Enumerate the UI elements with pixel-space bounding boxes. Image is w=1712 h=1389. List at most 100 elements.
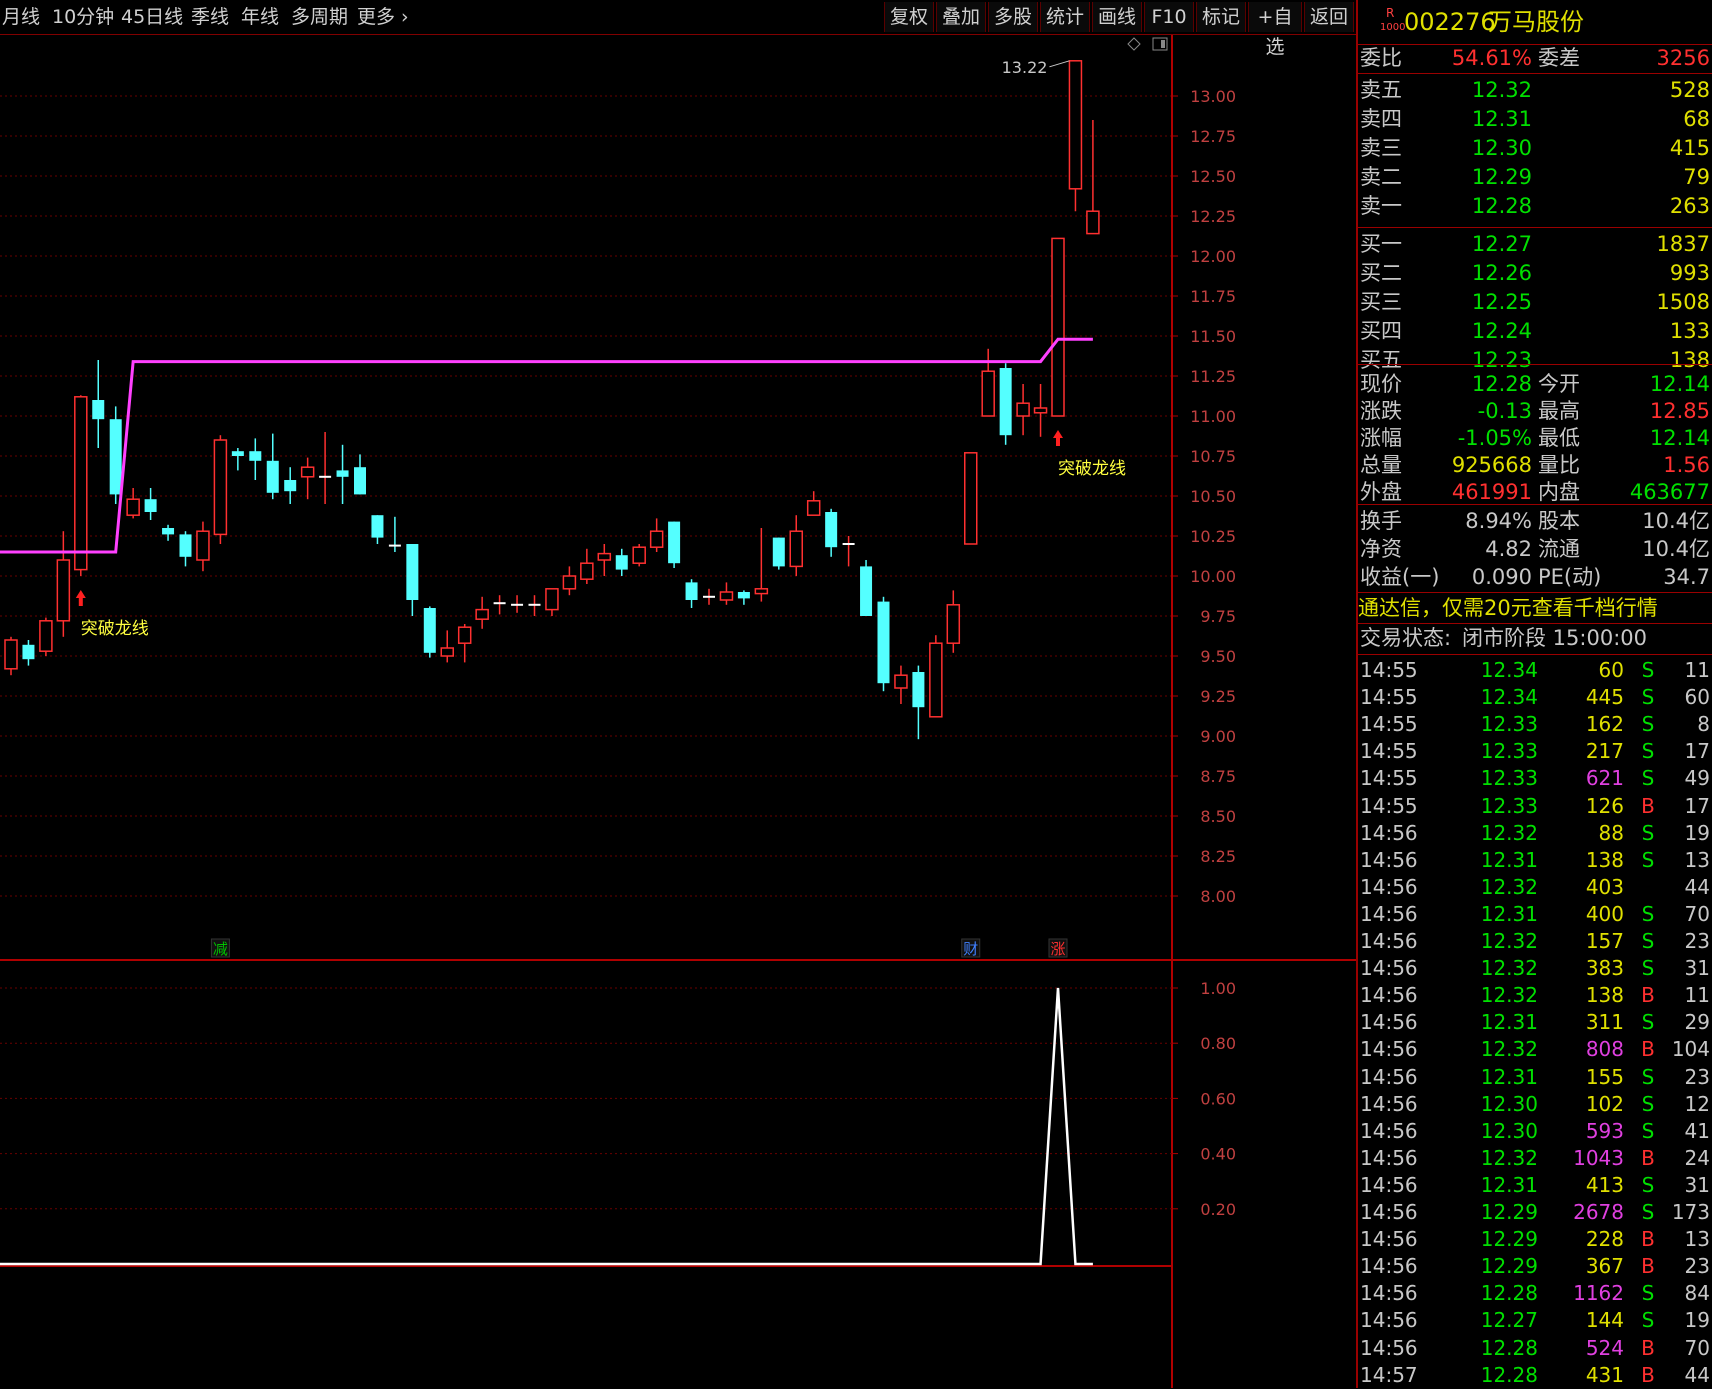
f10-button[interactable]: F10 <box>1144 2 1194 32</box>
tick-count: 23 <box>1684 1254 1710 1279</box>
sell-row: 卖二 12.29 79 <box>1358 163 1712 191</box>
sell-price: 12.31 <box>1471 107 1532 131</box>
tick-direction: S <box>1641 956 1655 981</box>
candle-body-down <box>406 544 419 600</box>
tick-row: 14:56 12.29 228 B 13 <box>1358 1226 1712 1253</box>
multi-period-button[interactable]: 多周期 <box>291 0 348 34</box>
tick-time: 14:56 <box>1360 1281 1418 1306</box>
weibi-row: 委比 54.61% 委差 3256 <box>1358 44 1712 72</box>
mark-button[interactable]: 标记 <box>1196 2 1246 32</box>
toolbar: 月线 10分钟 45日线 季线 年线 多周期 更多 › 复权 叠加 多股 统计 … <box>0 0 1356 58</box>
tick-time: 14:55 <box>1360 685 1418 710</box>
tick-row: 14:56 12.31 413 S 31 <box>1358 1172 1712 1199</box>
stock-name: 万马股份 <box>1488 8 1584 36</box>
stat-label: 外盘 <box>1360 480 1402 504</box>
indicator-tick-label: 0.80 <box>1200 1034 1236 1053</box>
event-marker-label: 涨 <box>1050 940 1065 958</box>
candle-body-up <box>126 498 140 516</box>
stat-label: 内盘 <box>1538 480 1580 504</box>
candle-body-down <box>912 672 925 708</box>
period-quarter-button[interactable]: 季线 <box>191 0 229 34</box>
tick-volume: 383 <box>1585 956 1624 981</box>
tick-direction: S <box>1641 1281 1655 1306</box>
tick-row: 14:57 12.28 431 B 44 <box>1358 1362 1712 1389</box>
candle-body-up <box>213 439 228 536</box>
candle-body-up <box>545 588 559 611</box>
candle-body-up <box>806 500 821 516</box>
draw-line-button[interactable]: 画线 <box>1092 2 1142 32</box>
buy-price: 12.24 <box>1471 319 1532 343</box>
stat-row: 涨跌 -0.13 最高 12.85 <box>1358 397 1712 425</box>
candle-body-up <box>56 559 71 622</box>
buy-price: 12.25 <box>1471 290 1532 314</box>
candle-body-up <box>981 370 995 417</box>
level2-notice[interactable]: 通达信，仅需20元查看千档行情 <box>1358 594 1712 622</box>
candle-body-up <box>1033 407 1048 414</box>
tick-count: 24 <box>1684 1145 1710 1170</box>
trade-status: 交易状态: 闭市阶段 15:00:00 <box>1358 624 1712 652</box>
y-tick-label: 10.75 <box>1190 447 1236 466</box>
tick-row: 14:56 12.27 144 S 19 <box>1358 1307 1712 1334</box>
tick-row: 14:55 12.33 621 S 49 <box>1358 765 1712 792</box>
tick-price: 12.30 <box>1480 1118 1538 1143</box>
back-button[interactable]: 返回 <box>1304 2 1354 32</box>
divider <box>1358 364 1712 365</box>
tick-count: 29 <box>1684 1010 1710 1035</box>
tick-time: 14:56 <box>1360 1145 1418 1170</box>
tick-direction: B <box>1641 1362 1655 1387</box>
tick-direction: B <box>1641 1145 1655 1170</box>
tick-time: 14:55 <box>1360 793 1418 818</box>
y-tick-label: 12.25 <box>1190 207 1236 226</box>
tick-direction: B <box>1641 983 1655 1008</box>
tick-direction: B <box>1641 1335 1655 1360</box>
statistics-button[interactable]: 统计 <box>1040 2 1090 32</box>
period-month-button[interactable]: 月线 <box>2 0 40 34</box>
candle-body-up <box>300 466 315 478</box>
period-year-button[interactable]: 年线 <box>241 0 279 34</box>
tick-row: 14:56 12.31 311 S 29 <box>1358 1009 1712 1036</box>
tick-time: 14:56 <box>1360 1064 1418 1089</box>
tick-price: 12.34 <box>1480 658 1538 682</box>
period-45day-button[interactable]: 45日线 <box>121 0 183 34</box>
tick-count: 13 <box>1684 1227 1710 1252</box>
tick-row: 14:56 12.31 155 S 23 <box>1358 1064 1712 1091</box>
y-tick-label: 11.00 <box>1190 407 1236 426</box>
add-watchlist-button[interactable]: +自选 <box>1248 2 1302 58</box>
weicha-label: 委差 <box>1538 46 1580 70</box>
tick-volume: 138 <box>1585 983 1624 1008</box>
tick-count: 19 <box>1684 1308 1710 1333</box>
tick-row: 14:55 12.33 162 S 8 <box>1358 711 1712 738</box>
tick-volume: 126 <box>1585 793 1624 818</box>
more-button[interactable]: 更多 › <box>357 0 409 34</box>
candle-body-up <box>946 604 961 644</box>
tick-row: 14:56 12.30 593 S 41 <box>1358 1118 1712 1145</box>
stat-label: 涨跌 <box>1360 399 1402 423</box>
tick-price: 12.32 <box>1480 1037 1538 1062</box>
stat-row: 涨幅 -1.05% 最低 12.14 <box>1358 424 1712 452</box>
sell-volume: 79 <box>1683 165 1710 189</box>
tick-row: 14:56 12.31 400 S 70 <box>1358 901 1712 928</box>
stat-value: 34.7 <box>1663 565 1710 589</box>
tick-count: 11 <box>1684 983 1710 1008</box>
stat-value: 1.56 <box>1663 453 1710 477</box>
tick-count: 17 <box>1684 793 1710 818</box>
candle-body-down <box>737 592 750 599</box>
tick-price: 12.34 <box>1480 685 1538 710</box>
tick-time: 14:56 <box>1360 1200 1418 1224</box>
tick-price: 12.28 <box>1480 1281 1538 1306</box>
overlay-button[interactable]: 叠加 <box>936 2 986 32</box>
candle-body-down <box>685 582 698 600</box>
tick-volume: 1162 <box>1573 1281 1624 1306</box>
tick-direction: S <box>1641 1200 1655 1224</box>
period-10min-button[interactable]: 10分钟 <box>52 0 114 34</box>
candle-body-down <box>371 515 384 538</box>
tick-volume: 400 <box>1585 901 1624 926</box>
tick-volume: 367 <box>1585 1254 1624 1279</box>
chart-area[interactable]: 13.00 12.75 12.50 12.25 12.00 11.75 11.50 11.25… <box>0 0 1356 1388</box>
candle-body-up <box>580 562 594 580</box>
multi-stock-button[interactable]: 多股 <box>988 2 1038 32</box>
candle-body-down <box>354 467 366 495</box>
fuquan-button[interactable]: 复权 <box>884 2 934 32</box>
y-tick-label: 9.00 <box>1200 727 1236 746</box>
tick-count: 17 <box>1684 739 1710 764</box>
